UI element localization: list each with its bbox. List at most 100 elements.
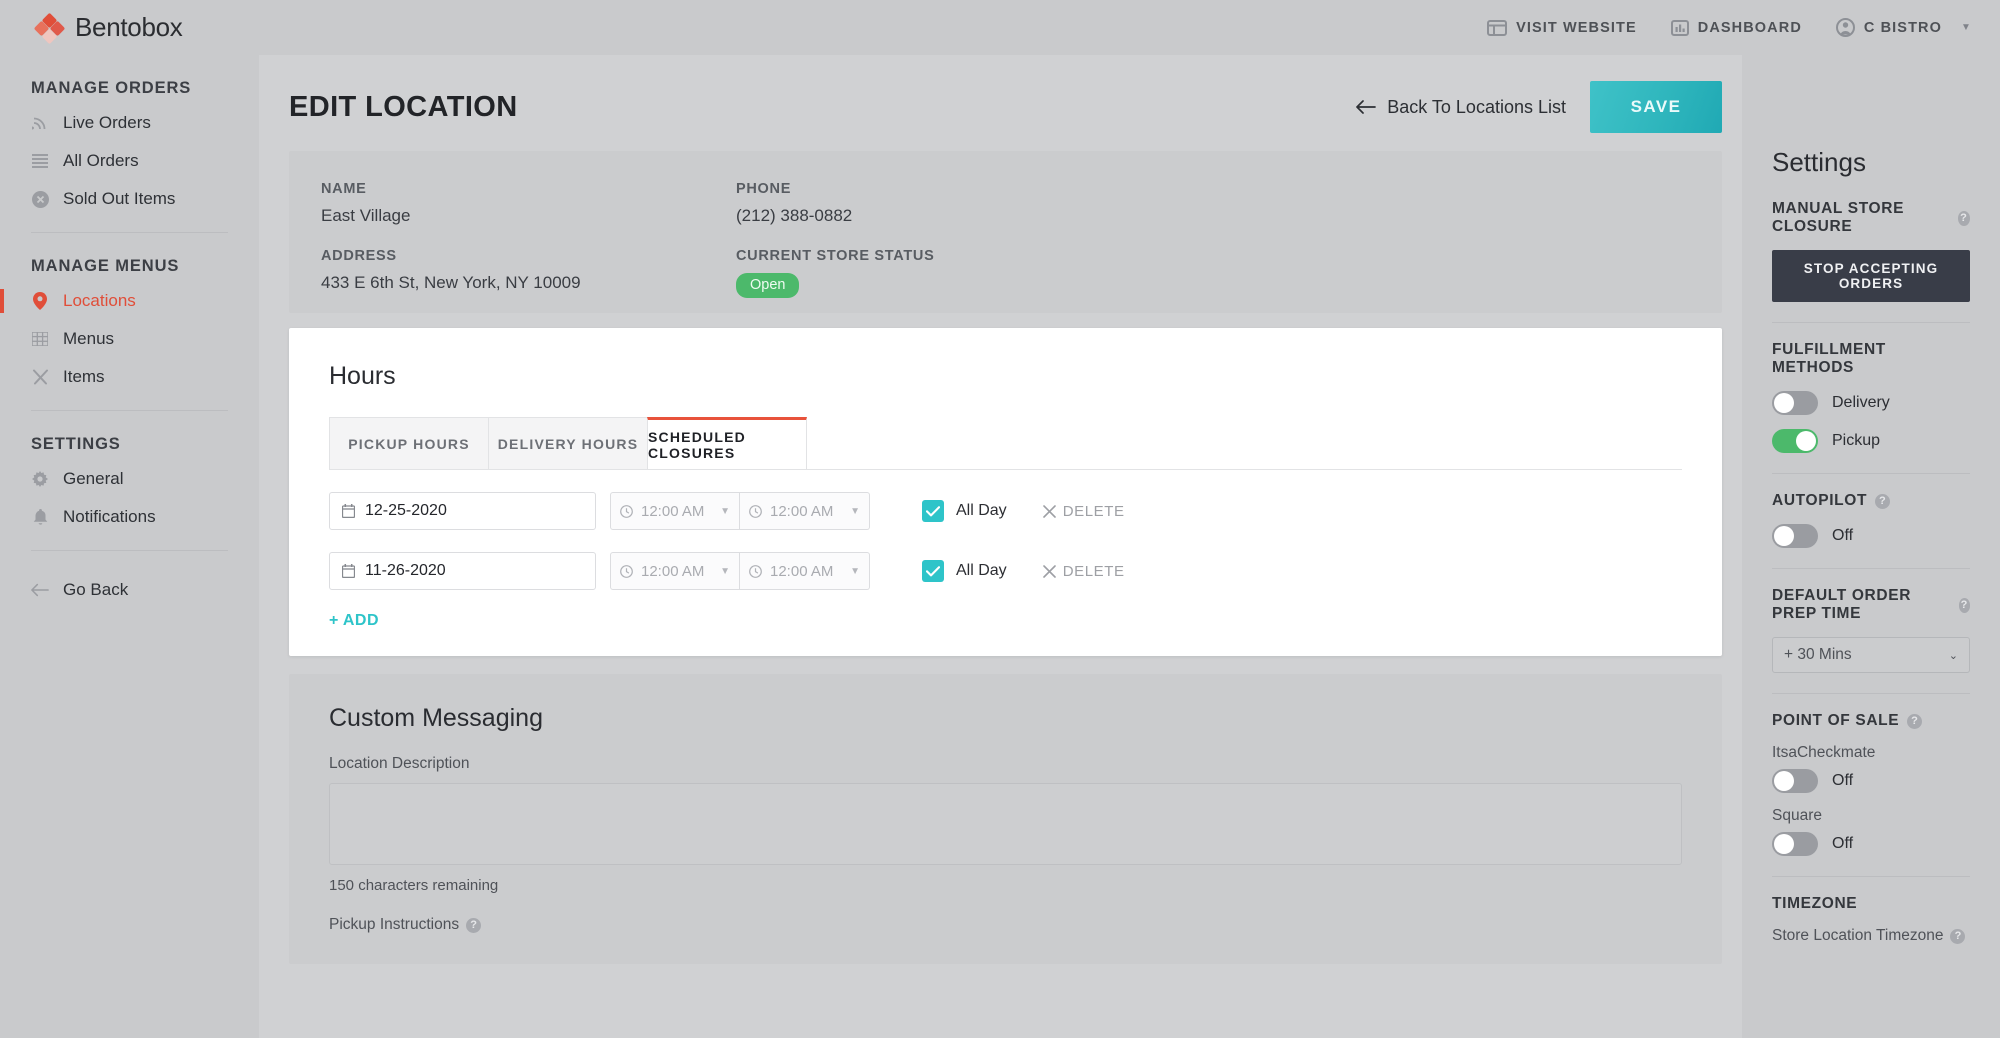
sidebar-item-label: General xyxy=(63,469,124,488)
sidebar-go-back[interactable]: Go Back xyxy=(0,571,259,609)
chevron-down-icon: ⌄ xyxy=(1948,649,1958,662)
sidebar-item-sold-out-items[interactable]: Sold Out Items xyxy=(0,180,259,218)
toggle-knob xyxy=(1796,431,1816,451)
sidebar-go-back-label: Go Back xyxy=(63,580,129,599)
closure-date-value: 12-25-2020 xyxy=(365,502,447,519)
closure-end-time-select[interactable]: 12:00 AM ▼ xyxy=(740,552,870,590)
map-pin-icon xyxy=(31,292,49,310)
sidebar-item-all-orders[interactable]: All Orders xyxy=(0,142,259,180)
autopilot-heading: AUTOPILOT xyxy=(1772,492,1868,509)
main-content: EDIT LOCATION Back To Locations List SAV… xyxy=(259,55,1742,1038)
sidebar-item-label: Locations xyxy=(63,291,136,310)
toggle-knob xyxy=(1774,526,1794,546)
sidebar-item-label: Notifications xyxy=(63,507,156,526)
clock-icon xyxy=(749,504,762,518)
back-to-locations-link[interactable]: Back To Locations List xyxy=(1356,97,1566,118)
prep-time-select[interactable]: + 30 Mins ⌄ xyxy=(1772,637,1970,673)
closure-date-input[interactable]: 11-26-2020 xyxy=(329,552,596,590)
tab-scheduled-closures[interactable]: SCHEDULED CLOSURES xyxy=(647,417,807,469)
help-icon[interactable]: ? xyxy=(1950,928,1966,944)
visit-website-label: VISIT WEBSITE xyxy=(1516,19,1637,36)
delete-closure-button[interactable]: DELETE xyxy=(1042,563,1125,580)
prep-time-value: + 30 Mins xyxy=(1784,646,1852,663)
pickup-toggle[interactable] xyxy=(1772,429,1818,453)
delivery-toggle-row: Delivery xyxy=(1772,391,1970,415)
settings-divider xyxy=(1772,876,1970,877)
closure-start-time-select[interactable]: 12:00 AM ▼ xyxy=(610,492,740,530)
hours-card: Hours PICKUP HOURS DELIVERY HOURS SCHEDU… xyxy=(289,328,1722,656)
location-description-textarea[interactable] xyxy=(329,783,1682,865)
itsacheckmate-toggle[interactable] xyxy=(1772,769,1818,793)
all-day-checkbox[interactable] xyxy=(922,560,944,582)
help-icon[interactable]: ? xyxy=(1907,713,1923,729)
store-location-timezone-label: Store Location Timezone xyxy=(1772,927,1944,944)
pickup-label: Pickup xyxy=(1832,432,1881,449)
autopilot-toggle[interactable] xyxy=(1772,524,1818,548)
stop-accepting-orders-button[interactable]: STOP ACCEPTING ORDERS xyxy=(1772,250,1970,302)
gear-icon xyxy=(31,471,49,487)
custom-messaging-card: Custom Messaging Location Description 15… xyxy=(289,674,1722,964)
sidebar-item-label: Sold Out Items xyxy=(63,189,176,208)
account-label: C BISTRO xyxy=(1863,19,1942,36)
sidebar-group-title-manage-menus: MANAGE MENUS xyxy=(31,257,180,275)
sidebar-item-general[interactable]: General xyxy=(0,460,259,498)
address-label: ADDRESS xyxy=(321,248,397,264)
save-button[interactable]: SAVE xyxy=(1590,81,1722,133)
delivery-label: Delivery xyxy=(1832,394,1890,411)
page-header: EDIT LOCATION Back To Locations List SAV… xyxy=(259,55,1742,151)
autopilot-heading-row: AUTOPILOT ? xyxy=(1772,492,1970,510)
all-day-group: All Day xyxy=(922,560,1007,582)
closure-date-value: 11-26-2020 xyxy=(365,562,446,579)
visit-website-link[interactable]: VISIT WEBSITE xyxy=(1487,19,1637,36)
closure-start-time-value: 12:00 AM xyxy=(641,502,705,520)
help-icon[interactable]: ? xyxy=(1958,597,1970,613)
closure-end-time-select[interactable]: 12:00 AM ▼ xyxy=(740,492,870,530)
location-info-left: NAME East Village ADDRESS 433 E 6th St, … xyxy=(321,181,736,313)
plus-icon: + xyxy=(329,612,339,629)
delete-closure-button[interactable]: DELETE xyxy=(1042,503,1125,520)
sidebar-item-live-orders[interactable]: Live Orders xyxy=(0,104,259,142)
timezone-heading: TIMEZONE xyxy=(1772,895,1858,912)
itsacheckmate-label: Off xyxy=(1832,772,1854,789)
all-day-checkbox[interactable] xyxy=(922,500,944,522)
closure-date-input[interactable]: 12-25-2020 xyxy=(329,492,596,530)
close-icon xyxy=(1042,504,1056,518)
settings-panel: Settings MANUAL STORE CLOSURE ? STOP ACC… xyxy=(1742,55,2000,1038)
help-icon[interactable]: ? xyxy=(1957,210,1970,226)
phone-label: PHONE xyxy=(736,181,792,197)
help-icon[interactable]: ? xyxy=(466,917,482,933)
delivery-toggle[interactable] xyxy=(1772,391,1818,415)
sidebar-item-items[interactable]: Items xyxy=(0,358,259,396)
help-icon[interactable]: ? xyxy=(1875,493,1891,509)
add-closure-button[interactable]: + ADD xyxy=(329,612,379,630)
settings-divider xyxy=(1772,693,1970,694)
clock-icon xyxy=(749,564,762,578)
calendar-icon xyxy=(342,564,355,578)
tab-pickup-hours[interactable]: PICKUP HOURS xyxy=(329,417,489,469)
sidebar-item-menus[interactable]: Menus xyxy=(0,320,259,358)
dashboard-link[interactable]: DASHBOARD xyxy=(1670,19,1802,36)
closure-start-time-select[interactable]: 12:00 AM ▼ xyxy=(610,552,740,590)
square-toggle[interactable] xyxy=(1772,832,1818,856)
sidebar-item-label: All Orders xyxy=(63,151,139,170)
location-info-right: PHONE (212) 388-0882 CURRENT STORE STATU… xyxy=(736,181,1151,313)
closure-time-group: 12:00 AM ▼ 12:00 AM ▼ xyxy=(610,492,870,530)
bentobox-logo-icon xyxy=(33,12,66,44)
dashboard-label: DASHBOARD xyxy=(1697,19,1802,36)
sidebar-item-label: Items xyxy=(63,367,105,386)
account-menu[interactable]: C BISTRO ▼ xyxy=(1835,18,1972,37)
sidebar-item-label: Menus xyxy=(63,329,115,348)
sidebar-item-notifications[interactable]: Notifications xyxy=(0,498,259,536)
pickup-instructions-label-row: Pickup Instructions ? xyxy=(329,916,1682,934)
brand-logo-group[interactable]: Bentobox xyxy=(33,12,183,44)
tab-delivery-hours[interactable]: DELIVERY HOURS xyxy=(488,417,648,469)
top-nav: VISIT WEBSITE DASHBOARD C BISTRO ▼ xyxy=(1487,18,1972,37)
closure-time-group: 12:00 AM ▼ 12:00 AM ▼ xyxy=(610,552,870,590)
closure-end-time-value: 12:00 AM xyxy=(770,562,834,580)
sidebar-item-locations[interactable]: Locations xyxy=(0,282,259,320)
settings-divider xyxy=(1772,568,1970,569)
brand-name: Bentobox xyxy=(75,12,183,42)
closure-row: 11-26-2020 12:00 AM ▼ 12:00 AM ▼ All Day… xyxy=(329,530,1682,590)
settings-title: Settings xyxy=(1772,147,1866,177)
name-label: NAME xyxy=(321,181,367,197)
